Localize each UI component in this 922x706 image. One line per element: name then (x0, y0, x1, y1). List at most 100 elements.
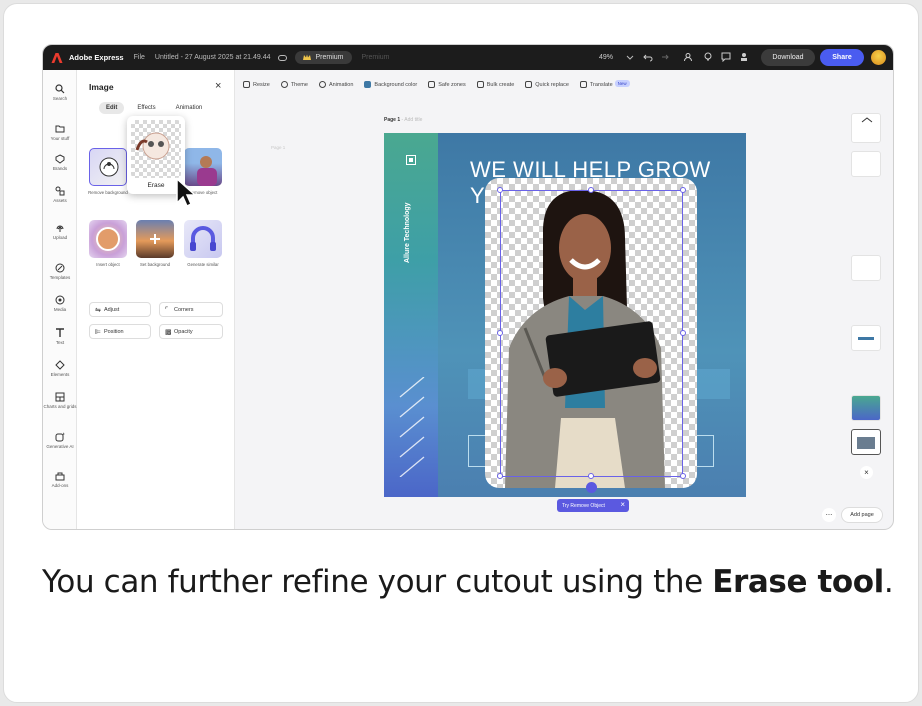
rail-label: Search (52, 96, 68, 101)
resize-label: Resize (253, 81, 270, 88)
translate-button[interactable]: Translate New (579, 80, 630, 88)
insert-object-thumb[interactable] (89, 220, 127, 258)
rail-item-templates[interactable]: Templates (43, 263, 77, 280)
position-label: Position (104, 328, 124, 335)
bulk-create-button[interactable]: Bulk create (476, 80, 514, 88)
set-background-thumb[interactable] (136, 220, 174, 258)
animation-button[interactable]: Animation (318, 80, 354, 88)
resize-handle[interactable] (588, 187, 594, 193)
theme-icon (280, 80, 288, 88)
insert-object-label: Insert object (96, 262, 120, 267)
caption-text: You can further refine your cutout using… (42, 564, 894, 600)
position-button[interactable]: ⊫ Position (89, 324, 151, 339)
rotate-handle-icon[interactable] (586, 482, 597, 493)
rail-item-assets[interactable]: Assets (43, 186, 77, 203)
corners-button[interactable]: ⌜ Corners (159, 302, 223, 317)
file-menu[interactable]: File (134, 54, 145, 61)
undo-icon[interactable] (643, 52, 653, 62)
animation-icon (318, 80, 326, 88)
invite-icon[interactable] (683, 52, 693, 62)
resize-button[interactable]: Resize (243, 80, 270, 88)
rail-label: Elements (50, 372, 70, 377)
safe-zones-button[interactable]: Safe zones (428, 80, 466, 88)
page-thumbnail[interactable] (851, 255, 881, 281)
set-background-label: Set background (139, 262, 171, 267)
redo-icon[interactable] (659, 52, 669, 62)
page-thumbnail-active[interactable] (851, 429, 881, 455)
crown-icon (303, 54, 312, 60)
rail-item-brands[interactable]: Brands (43, 154, 77, 171)
page-thumbnail[interactable] (851, 113, 881, 143)
cursor-arrow-icon (176, 177, 197, 207)
lightbulb-icon[interactable] (703, 52, 713, 62)
page-thumbnail[interactable] (851, 395, 881, 421)
close-icon[interactable]: × (860, 466, 873, 479)
resize-handle[interactable] (497, 187, 503, 193)
rail-label: Brands (52, 166, 68, 171)
rail-item-search[interactable]: Search (43, 84, 77, 101)
adobe-logo-icon[interactable] (51, 52, 63, 64)
share-button[interactable]: Share (820, 49, 864, 66)
rail-item-add-ons[interactable]: Add-ons (43, 471, 77, 488)
bulk-create-icon (476, 80, 484, 88)
left-rail: Search Your stuff Brands Assets Upload T… (43, 70, 77, 529)
rail-item-your-stuff[interactable]: Your stuff (43, 124, 77, 141)
resize-handle[interactable] (680, 187, 686, 193)
premium-button[interactable]: Premium (295, 51, 352, 64)
resize-handle[interactable] (588, 473, 594, 479)
page-thumbnail[interactable] (851, 325, 881, 351)
document-title[interactable]: Untitled - 27 August 2025 at 21.49.44 (155, 54, 271, 61)
top-bar: Adobe Express File Untitled - 27 August … (43, 45, 893, 70)
avatar[interactable] (871, 50, 886, 65)
close-icon[interactable]: × (620, 500, 625, 509)
comment-icon[interactable] (721, 52, 731, 62)
try-remove-object-button[interactable]: Try Remove Object × (557, 499, 629, 512)
tab-effects[interactable]: Effects (130, 102, 162, 114)
rail-item-text[interactable]: Text (43, 328, 77, 345)
generate-similar-thumb[interactable] (184, 220, 222, 258)
generate-similar-label: Generate similar (187, 262, 219, 267)
zoom-level[interactable]: 49% (599, 54, 613, 61)
user-icon[interactable] (739, 52, 749, 62)
tab-edit[interactable]: Edit (99, 102, 125, 114)
rail-item-elements[interactable]: Elements (43, 360, 77, 377)
brand-icon (55, 154, 65, 164)
resize-handle[interactable] (497, 473, 503, 479)
text-icon (56, 328, 64, 337)
background-color-button[interactable]: Background color (364, 80, 417, 88)
download-button[interactable]: Download (761, 49, 815, 66)
more-options-button[interactable]: ... (822, 508, 836, 522)
resize-handle[interactable] (680, 473, 686, 479)
planet-icon (96, 227, 120, 251)
rail-item-charts[interactable]: Charts and grids (43, 392, 77, 409)
rail-item-media[interactable]: Media (43, 295, 77, 312)
adjust-button[interactable]: ⇋ Adjust (89, 302, 151, 317)
premium-label: Premium (315, 54, 344, 61)
close-icon[interactable]: × (215, 80, 221, 92)
quick-replace-button[interactable]: Quick replace (525, 80, 569, 88)
page-title[interactable]: Page 1 - Add title (384, 117, 422, 123)
resize-handle[interactable] (680, 330, 686, 336)
remove-background-thumb[interactable] (89, 148, 127, 186)
resize-handle[interactable] (497, 330, 503, 336)
app-brand[interactable]: Adobe Express (69, 53, 124, 62)
opacity-button[interactable]: ▩ Opacity (159, 324, 223, 339)
cloud-icon (278, 54, 288, 61)
rail-item-generative-ai[interactable]: Generative AI (43, 432, 77, 449)
add-page-button[interactable]: Add page (841, 507, 883, 523)
context-toolbar: Resize Theme Animation Background color … (243, 75, 630, 93)
animation-label: Animation (328, 81, 354, 88)
chevron-down-icon[interactable] (625, 52, 635, 62)
opacity-label: Opacity (174, 328, 193, 335)
rail-item-upload[interactable]: Upload (43, 223, 77, 240)
theme-button[interactable]: Theme (280, 80, 308, 88)
page-thumbnail[interactable] (851, 151, 881, 177)
caption-suffix: . (883, 564, 894, 600)
sparkle-icon (55, 432, 65, 442)
selection-frame[interactable] (500, 190, 683, 477)
tab-animation[interactable]: Animation (169, 102, 210, 114)
opacity-icon: ▩ (165, 328, 172, 336)
adjust-label: Adjust (104, 306, 120, 313)
rail-label: Media (53, 307, 67, 312)
color-swatch-icon (364, 80, 372, 88)
